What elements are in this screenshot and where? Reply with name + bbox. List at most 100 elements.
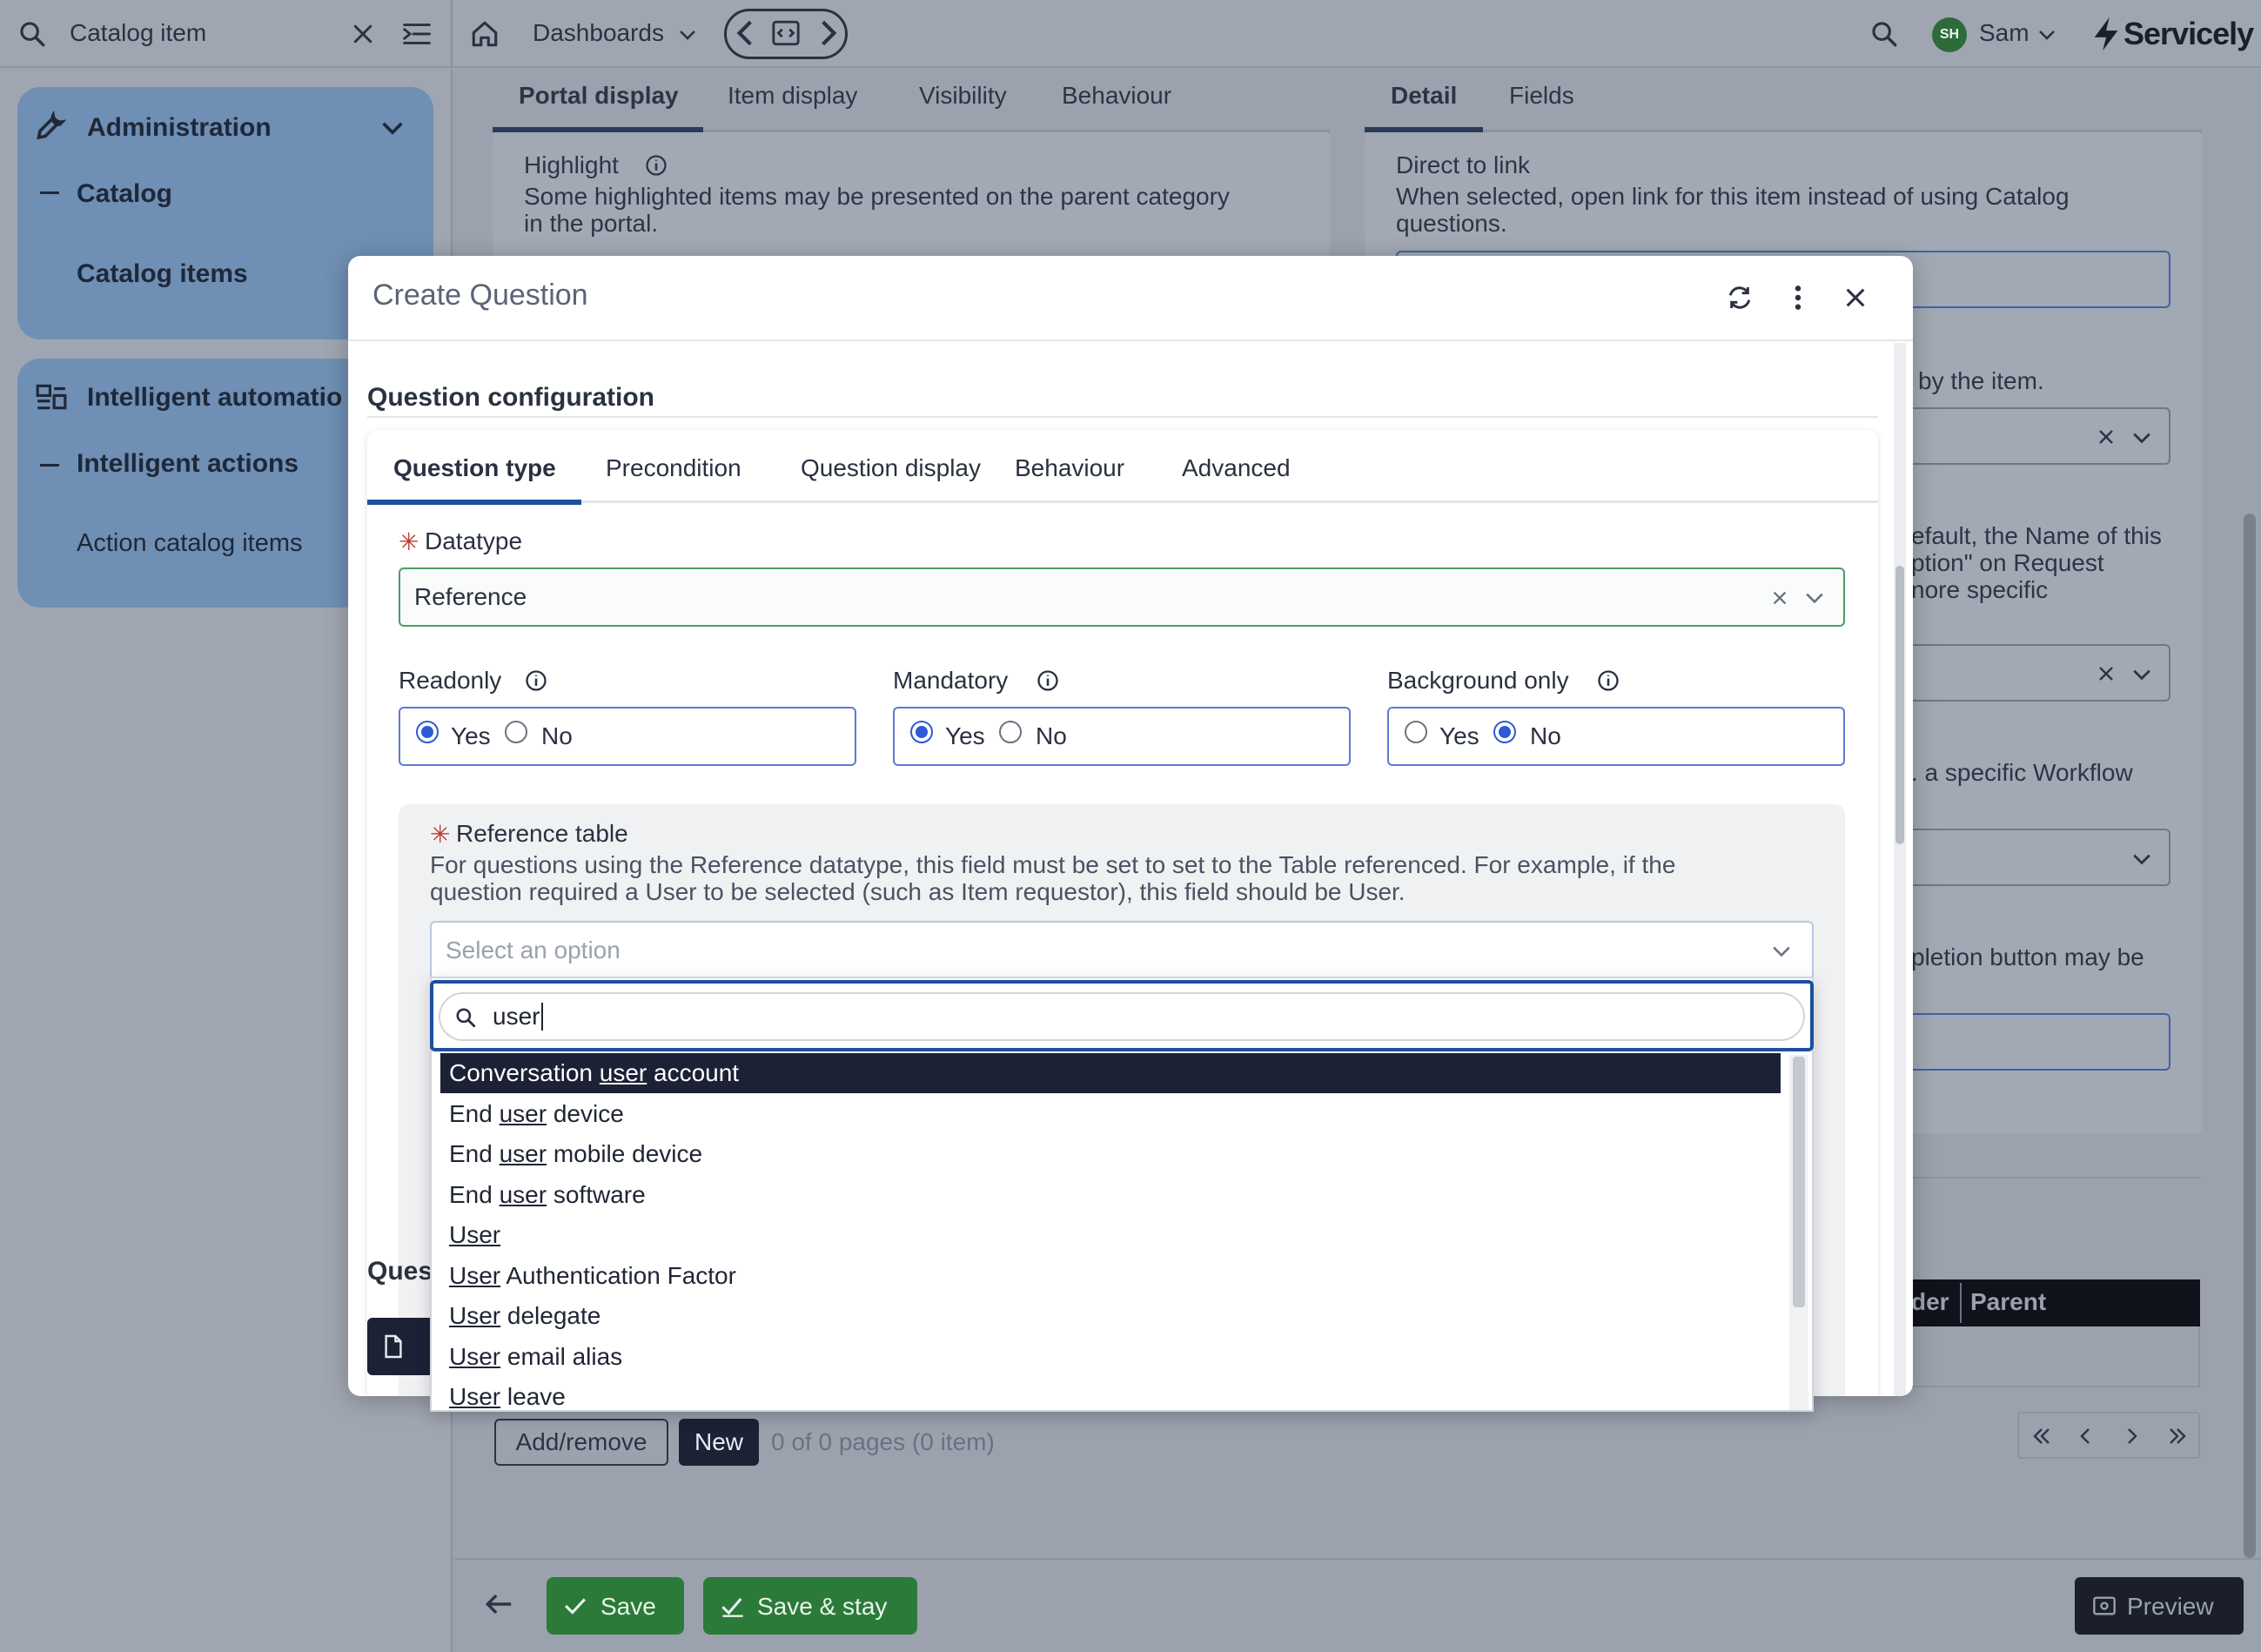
background-only-label: Background only [1387,667,1569,694]
option-item[interactable]: User email alias [440,1337,1781,1377]
search-icon[interactable] [1869,19,1899,49]
mandatory-no-radio[interactable] [999,721,1022,743]
chevron-down-icon[interactable] [381,120,404,136]
detail-select-2[interactable] [1871,644,2170,702]
default-name-text-1: efault, the Name of this [1911,522,2162,549]
readonly-no-radio[interactable] [505,721,527,743]
new-question-button[interactable] [367,1318,437,1375]
column-header-parent[interactable]: Parent [1970,1288,2046,1316]
add-remove-button[interactable]: Add/remove [494,1419,668,1466]
check-icon [564,1596,587,1615]
close-icon[interactable] [1843,285,1868,310]
background-tabs-left: Portal display Item display Visibility B… [493,70,1330,132]
next-page-icon[interactable] [2125,1426,2139,1447]
option-item[interactable]: User [440,1215,1781,1255]
detail-select-3[interactable] [1871,829,2170,886]
user-menu[interactable]: Sam [1979,19,2030,47]
clear-icon[interactable] [2096,663,2117,684]
chevron-down-icon[interactable] [2038,28,2056,42]
column-header-order[interactable]: der [1911,1288,1949,1316]
new-button[interactable]: New [679,1419,759,1466]
tab-question-display[interactable]: Question display [801,454,981,482]
option-item[interactable]: End user device [440,1094,1781,1134]
mandatory-yes-radio[interactable] [910,721,933,743]
back-icon[interactable] [736,19,754,47]
tab-portal-display[interactable]: Portal display [519,82,679,110]
detail-field-4[interactable] [1871,1013,2170,1071]
prev-page-icon[interactable] [2078,1426,2092,1447]
first-page-icon[interactable] [2031,1426,2052,1447]
option-item[interactable]: User Authentication Factor [440,1256,1781,1296]
option-item[interactable]: End user software [440,1175,1781,1215]
tab-visibility[interactable]: Visibility [919,82,1007,110]
avatar[interactable]: SH [1932,17,1967,52]
sidebar-item-intelligent-actions[interactable]: Intelligent actions [77,449,299,479]
readonly-yes-label: Yes [451,722,491,749]
add-remove-label: Add/remove [515,1428,647,1455]
code-window-icon[interactable] [771,19,801,47]
refresh-icon[interactable] [1725,284,1754,312]
option-item[interactable]: User delegate [440,1296,1781,1336]
tab-detail[interactable]: Detail [1391,82,1457,110]
search-icon[interactable] [17,19,47,49]
background-only-yes-radio[interactable] [1405,721,1427,743]
option-item[interactable]: User leave [440,1377,1781,1410]
chevron-down-icon[interactable] [679,28,696,42]
dialog-scroll-track [1894,343,1906,1396]
chevron-down-icon[interactable] [2132,668,2151,681]
dialog-scrollbar-thumb[interactable] [1895,566,1904,844]
pager-text: 0 of 0 pages (0 item) [771,1428,995,1455]
option-item[interactable]: Conversation user account [440,1053,1781,1093]
save-and-stay-button[interactable]: Save & stay [703,1577,917,1635]
sidebar-item-action-catalog-items[interactable]: Action catalog items [77,529,303,558]
clear-icon[interactable] [1770,588,1789,608]
datatype-select[interactable] [399,567,1845,627]
chevron-down-icon[interactable] [1805,592,1824,604]
more-options-icon[interactable] [1793,284,1803,312]
background-only-no-radio[interactable] [1493,721,1516,743]
detail-select-1[interactable] [1871,407,2170,465]
save-label: Save [600,1593,656,1620]
back-arrow-icon[interactable] [484,1591,513,1617]
clear-icon[interactable] [2096,426,2117,447]
sidebar-item-intelligent-automation[interactable]: Intelligent automatio [87,383,342,413]
sidebar-item-administration[interactable]: Administration [87,113,272,143]
menu-collapse-icon[interactable] [402,21,432,47]
options-scrollbar-thumb[interactable] [1793,1057,1805,1307]
global-search-input[interactable]: Catalog item [70,19,206,47]
save-button[interactable]: Save [547,1577,684,1635]
brand-logo: Servicely [2123,16,2254,51]
chevron-down-icon[interactable] [2132,853,2151,865]
preview-button[interactable]: Preview [2075,1577,2244,1635]
last-page-icon[interactable] [2167,1426,2188,1447]
sidebar-item-catalog[interactable]: Catalog [77,179,172,209]
tab-active-indicator [367,500,581,505]
tab-advanced[interactable]: Advanced [1182,454,1291,482]
home-icon[interactable] [470,19,500,49]
chevron-down-icon[interactable] [1772,945,1791,957]
option-text: Conversation [449,1059,600,1086]
tab-behaviour[interactable]: Behaviour [1015,454,1124,482]
tab-item-display[interactable]: Item display [728,82,857,110]
options-search-input[interactable] [439,992,1805,1041]
collapse-dash-icon[interactable] [40,464,59,467]
tab-behaviour[interactable]: Behaviour [1062,82,1171,110]
sidebar-item-catalog-items[interactable]: Catalog items [77,259,248,289]
readonly-no-label: No [541,722,573,749]
collapse-dash-icon[interactable] [40,191,59,194]
option-item[interactable]: End user mobile device [440,1134,1781,1174]
forward-icon[interactable] [820,19,837,47]
tab-precondition[interactable]: Precondition [606,454,741,482]
option-match-text: user [499,1180,547,1208]
options-search-value: user [493,1003,540,1030]
chevron-down-icon[interactable] [2132,432,2151,444]
save-and-stay-label: Save & stay [757,1593,888,1620]
tab-question-type[interactable]: Question type [393,454,556,482]
readonly-yes-radio[interactable] [416,721,439,743]
clear-search-icon[interactable] [350,21,376,47]
dashboards-menu[interactable]: Dashboards [533,19,664,47]
info-icon [1036,668,1060,693]
reference-table-select[interactable] [430,921,1814,980]
tab-fields[interactable]: Fields [1509,82,1574,110]
vertical-scrollbar[interactable] [2244,514,2256,1558]
